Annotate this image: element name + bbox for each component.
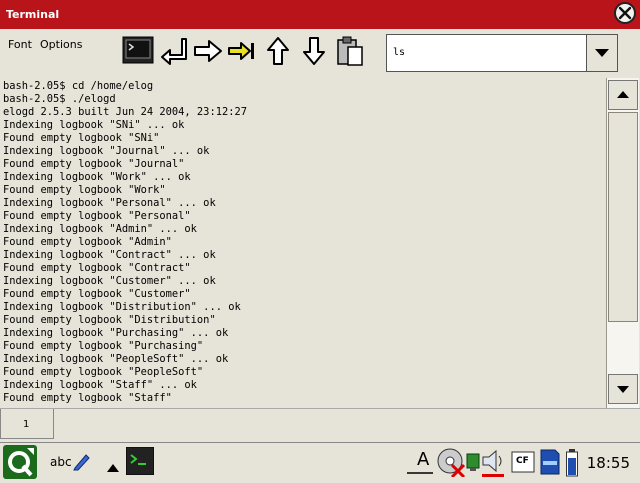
terminal-line: Found empty logbook "Staff" — [3, 392, 172, 404]
network-button[interactable] — [466, 452, 480, 476]
command-input[interactable]: ls — [393, 47, 405, 58]
vertical-scrollbar[interactable] — [606, 78, 639, 408]
terminal-line: Indexing logbook "SNi" ... ok — [3, 119, 185, 131]
clock[interactable]: 18:55 — [587, 454, 630, 472]
terminal-line: Found empty logbook "Work" — [3, 184, 166, 196]
network-icon — [466, 453, 480, 471]
terminal-line: Indexing logbook "PeopleSoft" ... ok — [3, 353, 229, 365]
cf-card-button[interactable]: CF — [511, 451, 535, 477]
terminal-line: Found empty logbook "Contract" — [3, 262, 191, 274]
tab-label: 1 — [23, 419, 30, 430]
down-arrow-button[interactable] — [298, 35, 330, 67]
terminal-line: Found empty logbook "Distribution" — [3, 314, 216, 326]
title-bar: Terminal — [0, 0, 640, 30]
battery-icon — [566, 449, 578, 477]
volume-button[interactable] — [480, 447, 508, 481]
close-button[interactable] — [614, 2, 636, 24]
up-arrow-button[interactable] — [262, 35, 294, 67]
text-tool-label: A — [417, 449, 430, 470]
up-arrow-icon — [267, 37, 289, 65]
text-tool-button[interactable]: A — [405, 447, 435, 481]
terminal-line: Indexing logbook "Purchasing" ... ok — [3, 327, 229, 339]
close-icon — [618, 6, 632, 20]
terminal-line: Found empty logbook "Admin" — [3, 236, 172, 248]
battery-indicator[interactable] — [566, 449, 578, 481]
terminal-line: Indexing logbook "Admin" ... ok — [3, 223, 197, 235]
tab-bar: 1 — [0, 408, 640, 442]
terminal-line: Found empty logbook "Journal" — [3, 158, 185, 170]
terminal-button[interactable] — [122, 35, 154, 67]
enter-button[interactable] — [158, 35, 190, 67]
pen-button[interactable] — [72, 451, 92, 475]
input-method-button[interactable]: abc — [50, 455, 72, 469]
tab-button[interactable] — [226, 35, 258, 67]
terminal-line: Found empty logbook "Customer" — [3, 288, 191, 300]
triangle-up-icon — [107, 464, 119, 472]
toolbar: Font Options ls — [0, 29, 640, 78]
enter-icon — [161, 38, 187, 65]
command-dropdown-button[interactable] — [586, 35, 617, 71]
terminal-app-icon — [125, 446, 155, 476]
scroll-up-button[interactable] — [608, 80, 638, 110]
right-arrow-icon — [194, 40, 222, 62]
terminal-line: Found empty logbook "Purchasing" — [3, 340, 204, 352]
terminal-line: Found empty logbook "Personal" — [3, 210, 191, 222]
terminal-line: Indexing logbook "Contract" ... ok — [3, 249, 216, 261]
terminal-line: bash-2.05$ ./elogd — [3, 93, 116, 105]
q-menu-icon — [3, 445, 37, 479]
terminal-line: bash-2.05$ cd /home/elog — [3, 80, 154, 92]
window-title: Terminal — [6, 8, 60, 21]
terminal-line: Indexing logbook "Customer" ... ok — [3, 275, 216, 287]
menu-options[interactable]: Options — [40, 38, 82, 51]
terminal-output[interactable]: bash-2.05$ cd /home/elog bash-2.05$ ./elo… — [0, 78, 606, 408]
down-arrow-icon — [303, 37, 325, 65]
scroll-down-button[interactable] — [608, 374, 638, 404]
sd-card-button[interactable] — [540, 449, 560, 479]
menu-font[interactable]: Font — [8, 38, 32, 51]
terminal-line: Found empty logbook "SNi" — [3, 132, 160, 144]
terminal-line: elogd 2.5.3 built Jun 24 2004, 23:12:27 — [3, 106, 247, 118]
scroll-up-icon — [617, 91, 629, 98]
scroll-thumb[interactable] — [608, 112, 638, 322]
dropdown-icon — [595, 49, 609, 57]
tab-1[interactable]: 1 — [0, 409, 54, 439]
taskbar: abc A CF 18:55 — [0, 442, 640, 481]
terminal-line: Indexing logbook "Staff" ... ok — [3, 379, 197, 391]
paste-icon — [337, 36, 363, 66]
paste-button[interactable] — [334, 35, 366, 67]
terminal-icon — [122, 36, 154, 64]
terminal-line: Indexing logbook "Work" ... ok — [3, 171, 191, 183]
terminal-line: Found empty logbook "PeopleSoft" — [3, 366, 204, 378]
scroll-down-icon — [617, 386, 629, 393]
app-list-toggle[interactable] — [106, 458, 120, 477]
terminal-line: Indexing logbook "Personal" ... ok — [3, 197, 216, 209]
right-arrow-button[interactable] — [192, 35, 224, 67]
terminal-line: Indexing logbook "Distribution" ... ok — [3, 301, 241, 313]
media-button[interactable] — [436, 447, 466, 481]
cf-card-label: CF — [516, 456, 529, 466]
q-menu-button[interactable] — [3, 445, 37, 483]
terminal-line: Indexing logbook "Journal" ... ok — [3, 145, 210, 157]
terminal-task-button[interactable] — [125, 446, 155, 479]
media-icon — [437, 448, 466, 479]
input-method-label: abc — [50, 455, 72, 469]
tab-arrow-icon — [228, 42, 254, 60]
volume-icon — [482, 449, 504, 477]
pen-icon — [73, 454, 90, 471]
sd-card-icon — [540, 449, 560, 475]
command-combobox[interactable]: ls — [386, 34, 618, 72]
